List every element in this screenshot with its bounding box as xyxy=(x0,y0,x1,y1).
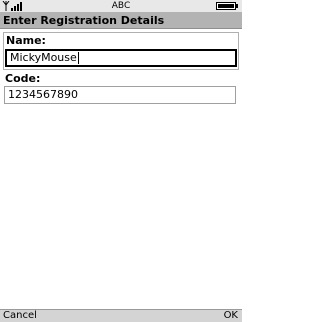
code-form-item[interactable]: Code: 1234567890 xyxy=(3,71,239,107)
status-bar: ABC xyxy=(0,0,242,12)
name-text-field[interactable]: MickyMouse xyxy=(5,49,237,67)
code-value: 1234567890 xyxy=(8,88,78,101)
code-label: Code: xyxy=(5,72,41,85)
softkey-bar: Cancel OK xyxy=(0,309,242,322)
code-text-field[interactable]: 1234567890 xyxy=(4,86,236,104)
phone-screen: ABC Enter Registration Details Name: Mic… xyxy=(0,0,242,322)
battery-icon xyxy=(216,2,238,10)
text-cursor xyxy=(77,52,79,64)
screen-title: Enter Registration Details xyxy=(3,14,165,27)
cancel-softkey[interactable]: Cancel xyxy=(3,310,37,322)
input-mode-indicator: ABC xyxy=(111,1,131,11)
name-label: Name: xyxy=(6,34,46,47)
name-value: MickyMouse xyxy=(10,51,77,64)
name-form-item[interactable]: Name: MickyMouse xyxy=(3,32,239,70)
title-bar: Enter Registration Details xyxy=(0,12,242,29)
ok-softkey[interactable]: OK xyxy=(224,310,238,322)
